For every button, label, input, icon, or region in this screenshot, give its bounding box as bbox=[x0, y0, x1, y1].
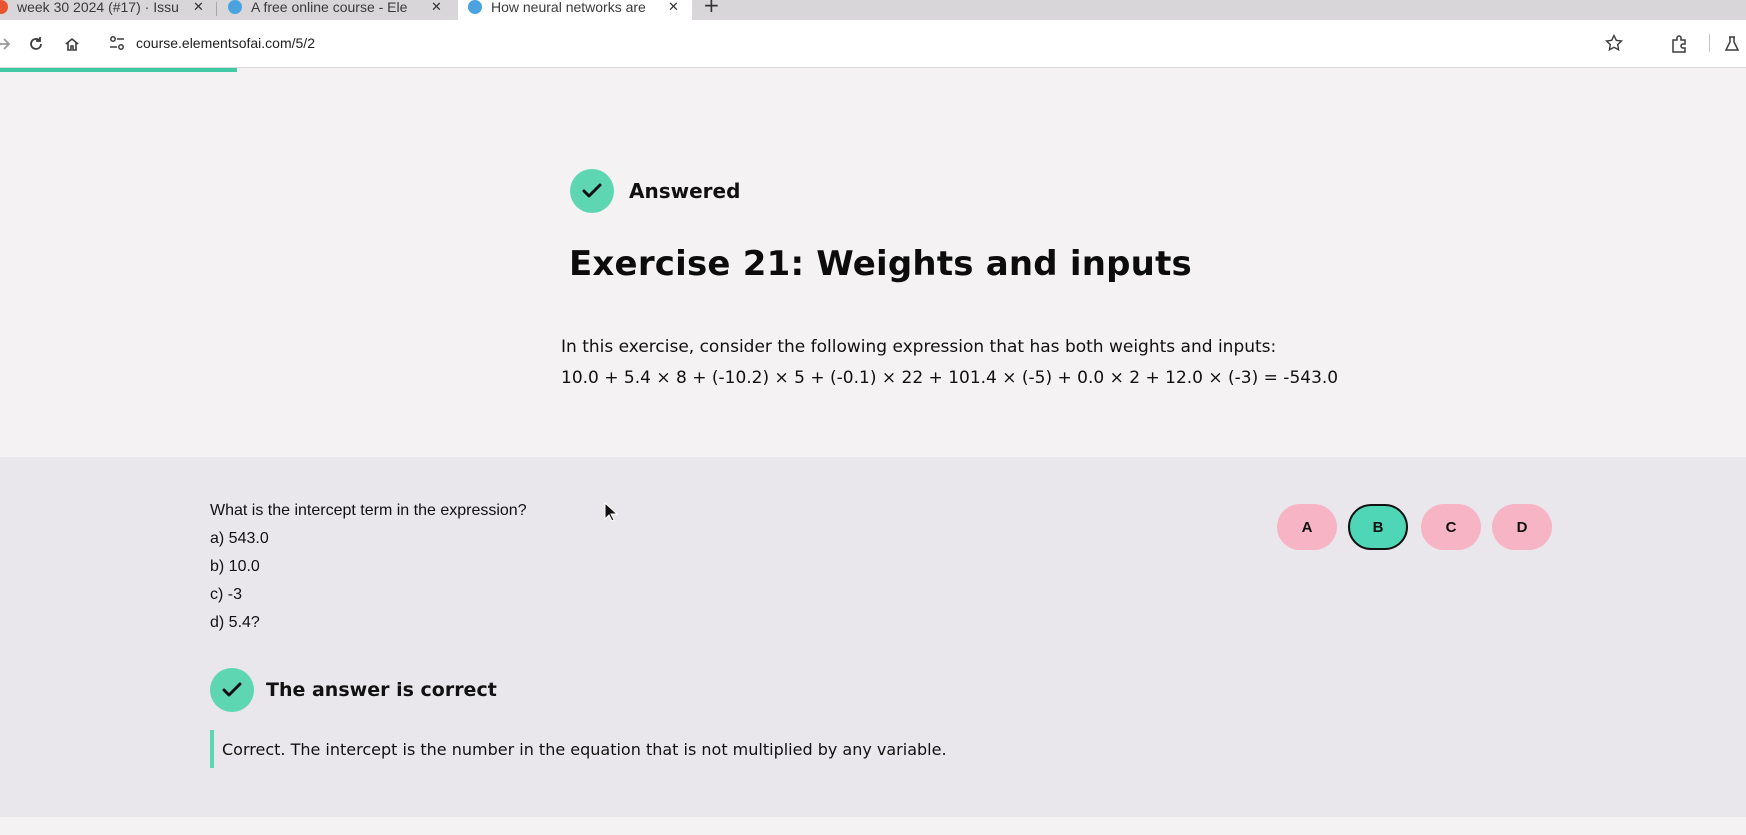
option-a: a) 543.0 bbox=[210, 530, 269, 547]
extensions-icon[interactable] bbox=[1667, 32, 1691, 56]
reload-icon[interactable] bbox=[24, 32, 48, 56]
answer-button-c[interactable]: C bbox=[1421, 504, 1481, 550]
tab-neural-networks[interactable]: How neural networks are ✕ bbox=[458, 0, 692, 20]
close-tab-icon[interactable]: ✕ bbox=[431, 0, 442, 15]
toolbar-divider bbox=[1709, 34, 1710, 52]
close-tab-icon[interactable]: ✕ bbox=[193, 0, 204, 15]
answer-button-a[interactable]: A bbox=[1277, 504, 1337, 550]
exercise-title: Exercise 21: Weights and inputs bbox=[569, 244, 1192, 284]
answered-status: Answered bbox=[570, 169, 740, 213]
address-bar[interactable]: course.elementsofai.com/5/2 bbox=[98, 26, 1638, 62]
tab-title: How neural networks are bbox=[491, 0, 646, 15]
page-progress-bar bbox=[0, 68, 237, 72]
tab-title: A free online course - Ele bbox=[251, 0, 408, 15]
tab-elements-of-ai[interactable]: A free online course - Ele ✕ bbox=[228, 0, 448, 20]
tab-separator bbox=[216, 2, 217, 16]
option-c: c) -3 bbox=[210, 586, 242, 603]
option-b: b) 10.0 bbox=[210, 558, 260, 575]
url-text: course.elementsofai.com/5/2 bbox=[136, 35, 315, 51]
tab-title: week 30 2024 (#17) · Issu bbox=[17, 0, 179, 15]
close-tab-icon[interactable]: ✕ bbox=[668, 0, 679, 15]
github-favicon-icon bbox=[0, 0, 8, 14]
browser-toolbar: course.elementsofai.com/5/2 bbox=[0, 20, 1746, 68]
elementsofai-favicon-icon bbox=[468, 0, 482, 14]
elementsofai-favicon-icon bbox=[228, 0, 242, 14]
result-label: The answer is correct bbox=[266, 679, 497, 701]
labs-flask-icon[interactable] bbox=[1720, 32, 1744, 56]
forward-icon[interactable] bbox=[0, 32, 16, 56]
option-d: d) 5.4? bbox=[210, 614, 260, 631]
tab-github-issue[interactable]: week 30 2024 (#17) · Issu ✕ bbox=[0, 0, 210, 20]
result-status: The answer is correct bbox=[210, 668, 497, 712]
tab-strip: week 30 2024 (#17) · Issu ✕ A free onlin… bbox=[0, 0, 1746, 20]
exercise-expression: 10.0 + 5.4 × 8 + (-10.2) × 5 + (-0.1) × … bbox=[561, 368, 1339, 388]
answer-button-b[interactable]: B bbox=[1348, 504, 1408, 550]
exercise-intro: In this exercise, consider the following… bbox=[561, 337, 1277, 357]
bookmark-star-icon[interactable] bbox=[1604, 33, 1624, 57]
question-text: What is the intercept term in the expres… bbox=[210, 502, 527, 519]
check-icon bbox=[570, 169, 614, 213]
feedback-box: Correct. The intercept is the number in … bbox=[210, 730, 947, 768]
mouse-cursor-icon bbox=[604, 501, 619, 526]
check-icon bbox=[210, 668, 254, 712]
new-tab-icon[interactable]: + bbox=[703, 0, 720, 16]
question-panel: What is the intercept term in the expres… bbox=[0, 457, 1746, 817]
site-info-icon[interactable] bbox=[108, 34, 126, 56]
home-icon[interactable] bbox=[60, 32, 84, 56]
status-label: Answered bbox=[629, 179, 741, 203]
feedback-text: Correct. The intercept is the number in … bbox=[222, 739, 947, 759]
answer-button-d[interactable]: D bbox=[1492, 504, 1552, 550]
